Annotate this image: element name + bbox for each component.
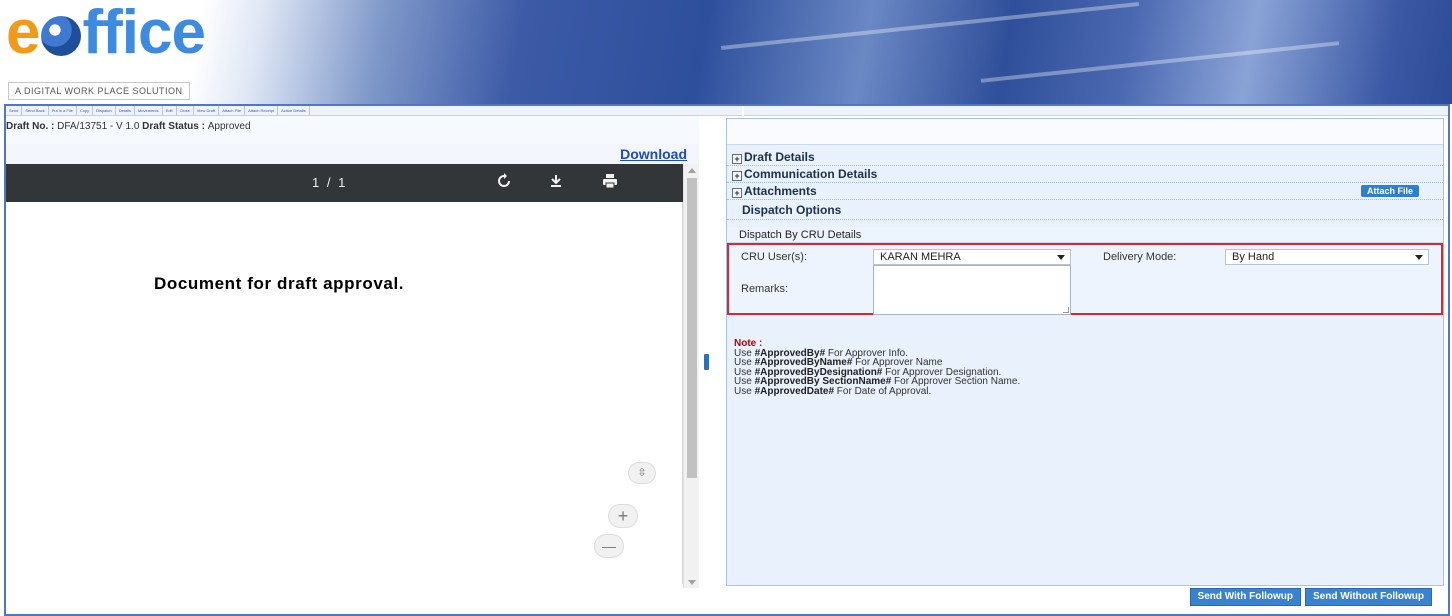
print-icon[interactable] [600,173,620,193]
scroll-down-icon[interactable] [688,580,696,585]
communication-details-label: Communication Details [744,167,878,181]
communication-details-section[interactable]: + Communication Details [727,166,1443,183]
toolbar-item[interactable]: Send Back [22,106,49,115]
note-description: For Date of Approval. [834,385,932,397]
page-count: 1 / 1 [312,175,348,190]
toolbar-item[interactable]: Close [177,106,194,115]
scroll-thumb[interactable] [687,178,697,478]
dispatch-options-label: Dispatch Options [742,203,842,217]
banner-decoration [980,41,1340,83]
action-buttons: Send With Followup Send Without Followup [1189,588,1432,606]
send-without-followup-button[interactable]: Send Without Followup [1305,588,1432,606]
download-link[interactable]: Download [620,146,687,162]
draft-details-section[interactable]: + Draft Details [727,149,1443,166]
download-icon[interactable] [546,173,566,193]
pdf-viewer: 1 / 1 Document for draft approval. ⇳ + — [6,164,683,584]
toolbar-item[interactable]: Put in a File [49,106,77,115]
cru-user-label: CRU User(s): [741,251,807,263]
chevron-down-icon [1415,255,1423,260]
toolbar-item[interactable]: Details [116,106,135,115]
logo-letter: e [6,0,41,67]
toolbar-item[interactable]: Send [6,106,23,115]
viewer-scrollbar[interactable] [683,164,699,588]
toolbar-item[interactable]: Attach File [219,106,246,115]
fit-page-button[interactable]: ⇳ [628,462,656,484]
toolbar-item[interactable]: Dispatch [93,106,116,115]
scroll-up-icon[interactable] [688,168,696,173]
resize-handle-icon[interactable] [1063,307,1069,313]
zoom-in-button[interactable]: + [608,504,638,528]
toolbar-item[interactable]: Copy [77,106,94,115]
right-toolbar-strip [744,106,1448,116]
remarks-input[interactable] [873,265,1071,315]
note-lines: Use #ApprovedBy# For Approver Info. Use #… [734,348,1020,397]
eoffice-logo: e ffice [6,0,206,67]
attachments-section[interactable]: + Attachments Attach File [727,183,1443,200]
toolbar-item[interactable]: View Draft [194,106,220,115]
draft-status-value: Approved [207,121,251,132]
delivery-mode-value: By Hand [1232,251,1275,263]
dispatch-by-cru-heading: Dispatch By CRU Details [727,227,1443,243]
zoom-out-button[interactable]: — [594,534,624,558]
dispatch-options-section[interactable]: Dispatch Options [727,200,1443,220]
header-banner: e ffice A DIGITAL WORK PLACE SOLUTION [0,0,1452,104]
remarks-label: Remarks: [741,283,789,295]
cru-user-value: KARAN MEHRA [880,251,961,263]
download-bar: Download [6,144,699,165]
attachments-label: Attachments [744,184,817,198]
draft-details-label: Draft Details [744,150,815,164]
draft-info-bar: Draft No. : DFA/13751 - V 1.0 Draft Stat… [6,116,699,146]
send-with-followup-button[interactable]: Send With Followup [1189,588,1301,606]
banner-decoration [720,2,1140,50]
cru-details-box: CRU User(s): KARAN MEHRA Delivery Mode: … [727,243,1443,315]
document-content: Document for draft approval. [154,274,405,293]
delivery-mode-label: Delivery Mode: [1103,251,1177,263]
chevron-down-icon [1057,255,1065,260]
draft-status-label: Draft Status : [142,121,208,132]
rotate-icon[interactable] [494,173,514,193]
panel-splitter-handle[interactable] [704,354,709,370]
toolbar-item[interactable]: Movements [135,106,163,115]
action-toolbar: Send Send Back Put in a File Copy Dispatch De… [6,106,742,116]
tagline: A DIGITAL WORK PLACE SOLUTION [8,82,190,100]
cru-user-select[interactable]: KARAN MEHRA [873,249,1071,265]
panel-header [727,119,1443,145]
globe-icon [41,16,82,56]
toolbar-item[interactable]: Edit [163,106,177,115]
attach-file-button[interactable]: Attach File [1360,185,1419,197]
eoffice-window: e ffice A DIGITAL WORK PLACE SOLUTION Se… [0,0,1452,616]
toolbar-item[interactable]: Attach Receipt [245,106,279,115]
pdf-toolbar: 1 / 1 [6,164,683,202]
toolbar-item[interactable]: Action Details [278,106,310,115]
placeholder-notes: Note : Use #ApprovedBy# For Approver Inf… [734,339,1020,396]
delivery-mode-select[interactable]: By Hand [1225,249,1429,265]
note-tag: #ApprovedDate# [754,385,835,397]
main-frame: Send Send Back Put in a File Copy Dispatch De… [4,104,1450,616]
draft-number-label: Draft No. : [6,121,58,132]
expand-icon: + [732,188,742,198]
note-prefix: Use [734,385,755,397]
dispatch-panel: + Draft Details + Communication Details + A… [726,118,1444,586]
expand-icon: + [732,171,742,181]
expand-icon: + [732,154,742,164]
logo-text: ffice [82,0,205,67]
note-line: Use #ApprovedDate# For Date of Approval. [734,385,1020,397]
draft-number-value: DFA/13751 - V 1.0 [57,121,140,132]
